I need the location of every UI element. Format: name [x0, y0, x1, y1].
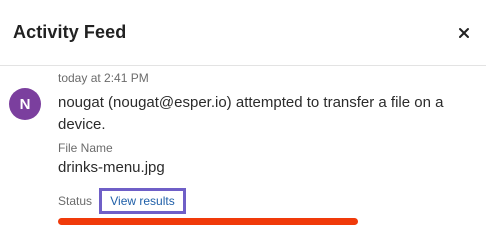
close-icon[interactable] [456, 25, 472, 41]
avatar-initial: N [19, 95, 31, 113]
status-progress-fill [58, 218, 358, 225]
file-name-value: drinks-menu.jpg [58, 159, 165, 176]
avatar: N [9, 88, 41, 120]
activity-timestamp: today at 2:41 PM [58, 71, 149, 85]
panel-header: Activity Feed [0, 0, 486, 66]
view-results-button[interactable]: View results [99, 188, 186, 214]
status-progress-bar [58, 218, 358, 225]
activity-message: nougat (nougat@esper.io) attempted to tr… [58, 94, 444, 133]
status-label: Status [58, 194, 93, 208]
file-name-label: File Name [58, 141, 113, 155]
activity-feed-panel: Activity Feed today at 2:41 PM N nougat … [0, 0, 486, 248]
panel-title: Activity Feed [13, 22, 127, 42]
